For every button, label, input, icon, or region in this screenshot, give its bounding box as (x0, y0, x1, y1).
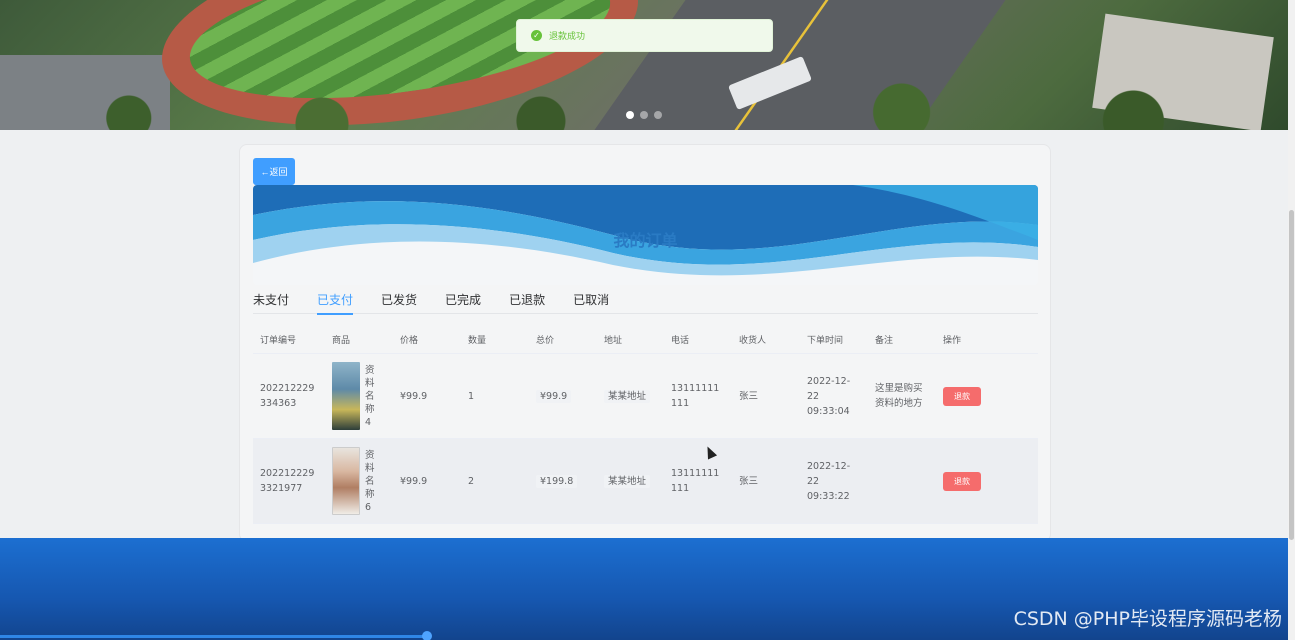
order-time: 2022-12-22 09:33:04 (807, 375, 851, 417)
quantity: 2 (468, 475, 475, 487)
total-price-value: ¥199.8 (536, 474, 578, 488)
orders-table: 订单编号 商品 价格 数量 总价 地址 电话 收货人 下单时间 备注 操作 20… (253, 326, 1038, 524)
tab-refunded[interactable]: 已退款 (509, 290, 545, 314)
note: 这里是购买资料的地方 (875, 383, 923, 409)
table-header: 订单编号 商品 价格 数量 总价 地址 电话 收货人 下单时间 备注 操作 (253, 326, 1038, 354)
header-total[interactable]: 总价 (529, 333, 597, 346)
carousel-dot[interactable] (640, 111, 648, 119)
goods-name: 资料名称4 (365, 364, 375, 428)
order-time: 2022-12-22 09:33:22 (807, 460, 851, 502)
total-price: ¥199.8 (529, 474, 597, 489)
address: 某某地址 (597, 474, 664, 489)
order-no: 202212229334363 (260, 383, 315, 409)
goods-name: 资料名称6 (365, 449, 375, 513)
tab-cancelled[interactable]: 已取消 (573, 290, 609, 314)
address-value: 某某地址 (604, 389, 651, 403)
total-price-value: ¥99.9 (536, 389, 572, 403)
page-title: 我的订单 (613, 231, 678, 250)
order-no: 2022122293321977 (260, 468, 315, 494)
table-row[interactable]: 2022122293321977 资料名称6 ¥99.9 2 ¥199.8 某某… (253, 439, 1038, 524)
watermark-text: CSDN @PHP毕设程序源码老杨 (1013, 608, 1282, 630)
page-scrollbar[interactable] (1288, 0, 1295, 640)
scrollbar-thumb[interactable] (1289, 210, 1294, 540)
tab-unpaid[interactable]: 未支付 (253, 290, 289, 314)
receiver: 张三 (739, 390, 759, 402)
order-status-tabs: 未支付 已支付 已发货 已完成 已退款 已取消 (253, 290, 1038, 315)
carousel-dot[interactable] (626, 111, 634, 119)
header-price[interactable]: 价格 (393, 333, 461, 346)
address: 某某地址 (597, 389, 664, 404)
check-circle-icon: ✓ (531, 30, 542, 41)
table-row[interactable]: 202212229334363 资料名称4 ¥99.9 1 ¥99.9 某某地址… (253, 354, 1038, 439)
address-value: 某某地址 (604, 474, 651, 488)
total-price: ¥99.9 (529, 389, 597, 404)
price: ¥99.9 (400, 390, 428, 402)
header-note[interactable]: 备注 (868, 333, 936, 346)
goods-cell: 资料名称6 (325, 447, 393, 515)
price: ¥99.9 (400, 475, 428, 487)
header-order-no[interactable]: 订单编号 (253, 333, 325, 346)
tab-shipped[interactable]: 已发货 (381, 290, 417, 314)
banner-trees (0, 70, 1288, 130)
header-receiver[interactable]: 收货人 (732, 333, 800, 346)
back-button[interactable]: ←返回 (253, 158, 295, 185)
quantity: 1 (468, 390, 475, 402)
page-footer: CSDN @PHP毕设程序源码老杨 (0, 538, 1288, 640)
receiver: 张三 (739, 475, 759, 487)
action-cell: 退款 (936, 471, 996, 491)
goods-image[interactable] (332, 362, 360, 430)
carousel-indicators (626, 111, 662, 119)
refund-button[interactable]: 退款 (943, 471, 981, 491)
refund-button[interactable]: 退款 (943, 386, 981, 406)
header-goods[interactable]: 商品 (325, 333, 393, 346)
carousel-dot[interactable] (654, 111, 662, 119)
header-action[interactable]: 操作 (936, 333, 996, 346)
goods-cell: 资料名称4 (325, 362, 393, 430)
phone: 13111111111 (671, 468, 720, 494)
goods-image[interactable] (332, 447, 360, 515)
action-cell: 退款 (936, 386, 996, 406)
phone: 13111111111 (671, 383, 720, 409)
progress-knob[interactable] (422, 631, 432, 640)
toast-message: 退款成功 (549, 32, 586, 42)
orders-card: ←返回 我的订单 未支付 已支付 已发货 已完成 已退款 已取消 订单编号 商品… (239, 144, 1051, 542)
tab-paid[interactable]: 已支付 (317, 290, 354, 315)
header-address[interactable]: 地址 (597, 333, 664, 346)
success-toast: ✓ 退款成功 (516, 19, 773, 52)
tab-completed[interactable]: 已完成 (445, 290, 481, 314)
header-time[interactable]: 下单时间 (800, 333, 868, 346)
header-phone[interactable]: 电话 (664, 333, 732, 346)
hero-banner: 我的订单 (253, 185, 1038, 285)
header-qty[interactable]: 数量 (461, 333, 529, 346)
progress-line (0, 635, 430, 638)
